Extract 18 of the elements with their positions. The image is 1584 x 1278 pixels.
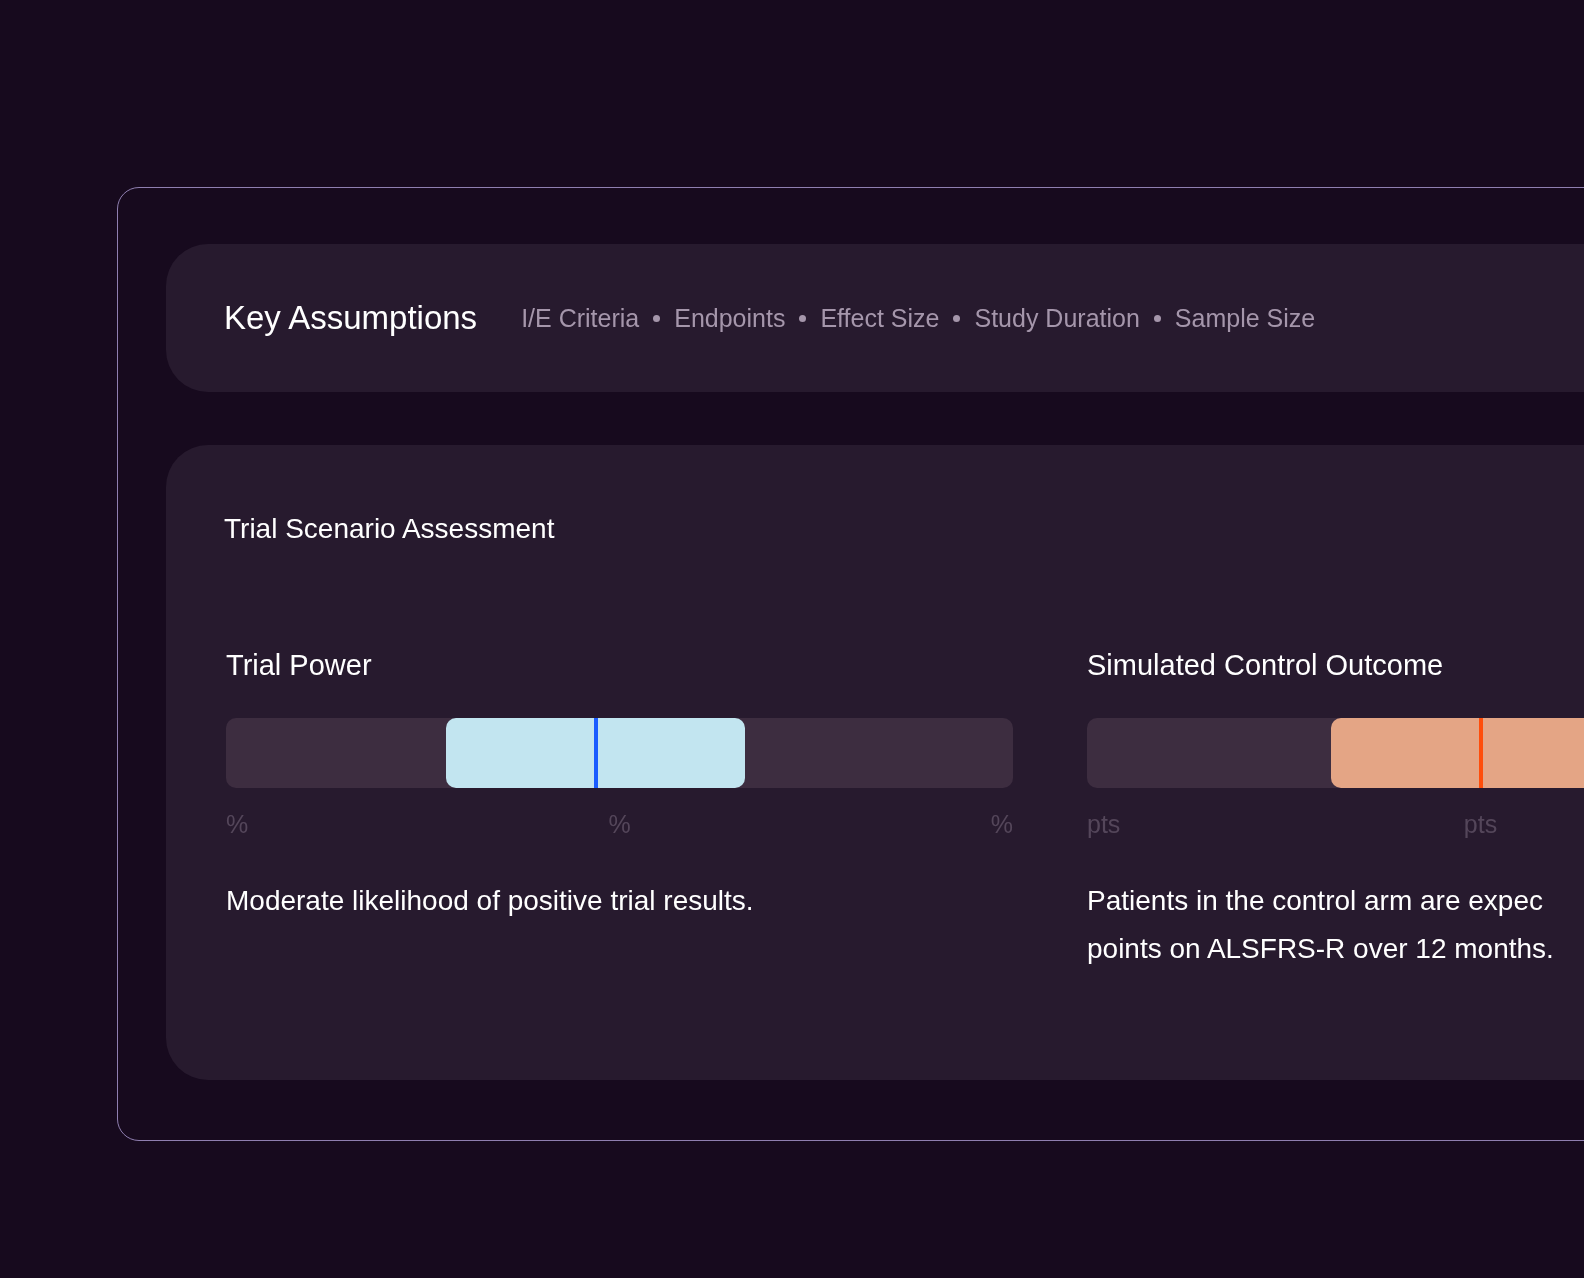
axis-unit: % [608,810,631,839]
axis-unit: % [226,810,249,839]
nav-link[interactable]: Endpoints [674,303,786,333]
separator-dot [799,314,807,322]
axis-unit: % [990,810,1013,839]
metric-label: Trial Power [226,649,373,682]
nav-link[interactable]: I/E Criteria [521,303,640,333]
section-title: Trial Scenario Assessment [224,513,556,545]
separator-dot [953,314,961,322]
nav-link[interactable]: Effect Size [820,303,940,333]
metric-description: Moderate likelihood of positive trial results. [226,884,755,918]
page-title: Key Assumptions [224,299,478,337]
separator-dot [1153,314,1161,322]
metric-label: Simulated Control Outcome [1087,649,1445,682]
nav-link[interactable]: Study Duration [974,303,1140,333]
metric-description: Patients in the control arm are expec points on ALSFRS-R over 12 months. [1087,884,1555,966]
nav-link[interactable]: Sample Size [1174,303,1316,333]
separator-dot [653,314,661,322]
